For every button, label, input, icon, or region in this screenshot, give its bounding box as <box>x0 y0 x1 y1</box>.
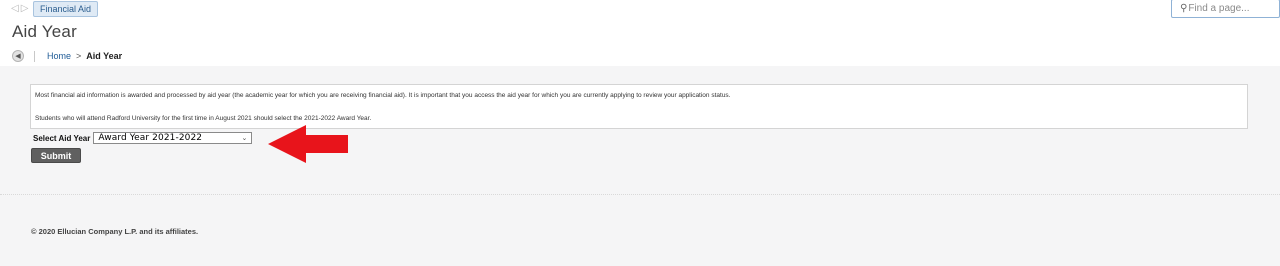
info-text-line-2: Students who will attend Radford Univers… <box>35 115 372 122</box>
find-page-input[interactable] <box>1187 3 1268 14</box>
red-arrow-annotation-icon <box>268 125 348 163</box>
history-nav: ◁ ▷ <box>11 3 28 15</box>
aid-year-selected-value: Award Year 2021-2022 <box>98 133 203 143</box>
breadcrumb-home-link[interactable]: Home <box>47 51 71 61</box>
footer-divider <box>0 194 1280 195</box>
aid-year-select-row: Select Aid Year Award Year 2021-2022 ⌄ <box>33 132 253 144</box>
forward-arrow-icon[interactable]: ▷ <box>21 3 29 15</box>
submit-button[interactable]: Submit <box>31 148 81 163</box>
back-circle-icon[interactable]: ◀ <box>12 50 24 62</box>
breadcrumb-divider <box>34 50 35 62</box>
breadcrumb-current: Aid Year <box>86 51 123 61</box>
copyright-footer: © 2020 Ellucian Company L.P. and its aff… <box>31 227 199 236</box>
page-title: Aid Year <box>12 22 77 41</box>
app-tab-financial-aid[interactable]: Financial Aid <box>33 1 99 17</box>
select-aid-year-label: Select Aid Year <box>33 133 91 143</box>
find-page-box[interactable]: ⚲ <box>1171 0 1280 18</box>
red-arrow-shape <box>268 125 348 163</box>
main-panel: Most financial aid information is awarde… <box>0 66 1280 266</box>
back-arrow-icon[interactable]: ◁ <box>11 3 19 15</box>
top-bar: ◁ ▷ Financial Aid ⚲ <box>0 0 1280 20</box>
info-text-line-1: Most financial aid information is awarde… <box>35 92 731 99</box>
info-box: Most financial aid information is awarde… <box>30 84 1248 129</box>
chevron-down-icon: ⌄ <box>241 135 248 142</box>
breadcrumb-separator: > <box>76 51 82 61</box>
breadcrumb: ◀ Home > Aid Year <box>12 49 122 63</box>
aid-year-select[interactable]: Award Year 2021-2022 ⌄ <box>93 132 253 144</box>
search-icon: ⚲ <box>1180 3 1188 14</box>
